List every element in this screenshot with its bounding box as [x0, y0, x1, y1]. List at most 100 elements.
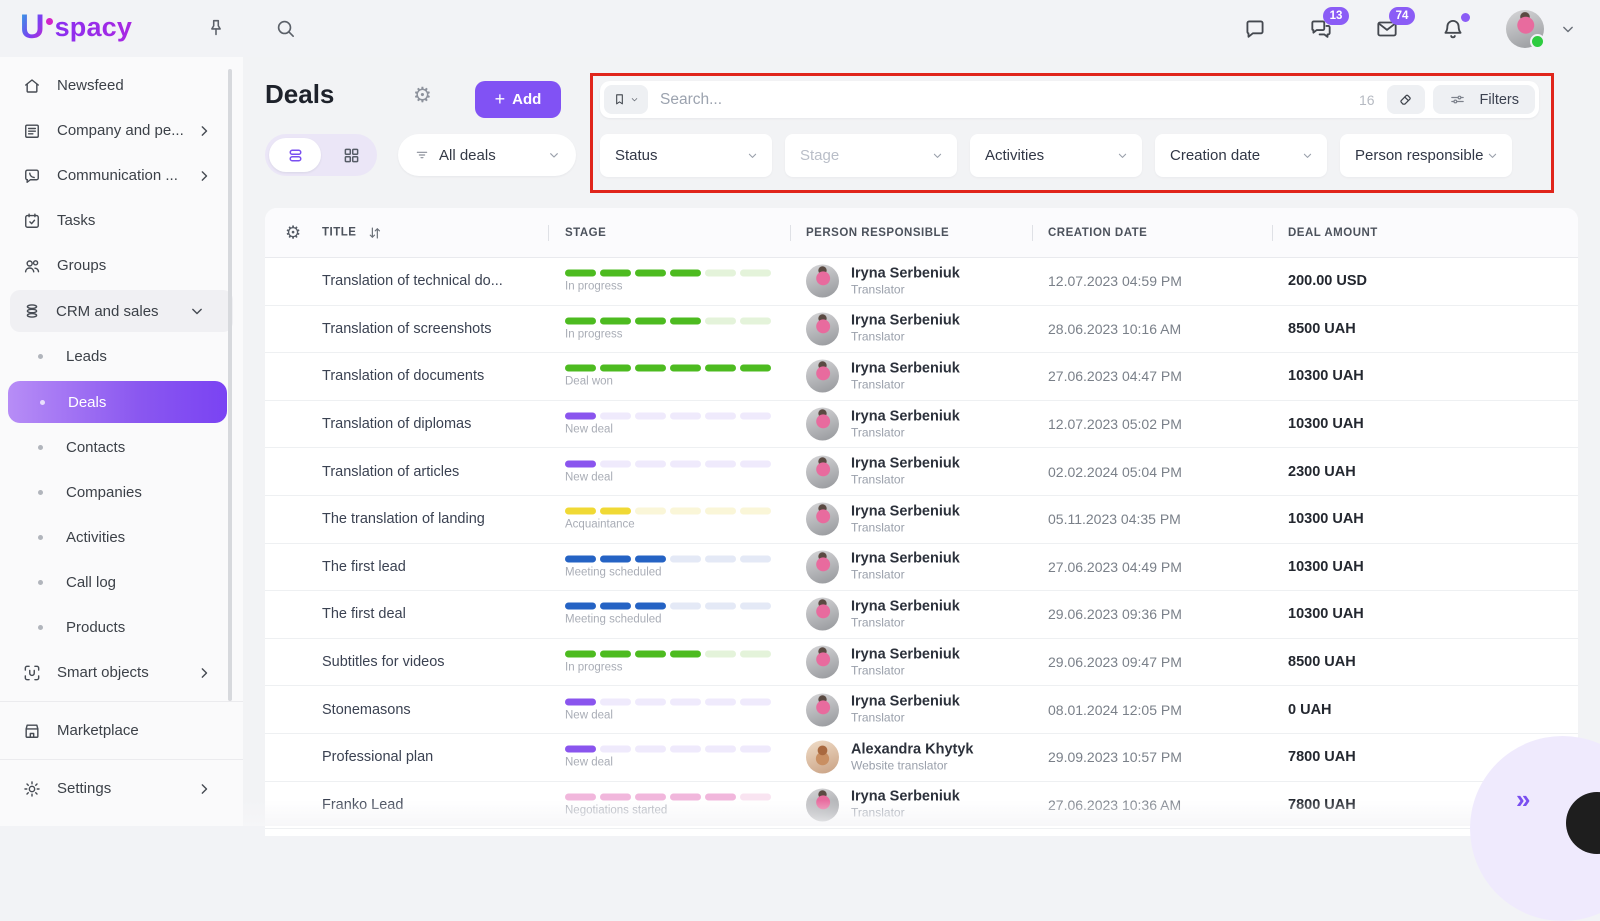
deal-title[interactable]: Translation of articles — [322, 464, 459, 480]
filter-chip-creation-date[interactable]: Creation date — [1155, 134, 1327, 177]
search-input[interactable] — [648, 91, 1359, 109]
deal-title[interactable]: Franko Lead — [322, 797, 403, 813]
deal-title[interactable]: Subtitles for videos — [322, 654, 445, 670]
notifications-button[interactable] — [1440, 16, 1466, 42]
person-cell[interactable]: Iryna SerbeniukTranslator — [806, 360, 960, 393]
person-cell[interactable]: Iryna SerbeniukTranslator — [806, 788, 960, 821]
sidebar-item-groups[interactable]: Groups — [0, 243, 243, 288]
filter-chip-status[interactable]: Status — [600, 134, 772, 177]
uspacy-logo[interactable]: U spacy — [20, 10, 132, 44]
column-header-person[interactable]: PERSON RESPONSIBLE — [806, 227, 949, 239]
table-settings-gear-icon[interactable]: ⚙ — [285, 222, 301, 243]
person-cell[interactable]: Iryna SerbeniukTranslator — [806, 646, 960, 679]
profile-chevron-down-icon[interactable] — [1558, 19, 1578, 39]
sidebar-item-products[interactable]: Products — [0, 605, 243, 650]
stage-segment-filled — [600, 555, 631, 562]
topbar: U spacy 13 74 — [0, 0, 1600, 57]
person-cell[interactable]: Iryna SerbeniukTranslator — [806, 503, 960, 536]
sidebar-item-newsfeed[interactable]: Newsfeed — [0, 63, 243, 108]
user-avatar[interactable] — [1506, 10, 1544, 48]
person-text: Iryna SerbeniukTranslator — [851, 503, 960, 535]
deal-title[interactable]: Professional plan — [322, 749, 433, 765]
chevron-down-icon — [1485, 148, 1500, 163]
column-header-amount[interactable]: DEAL AMOUNT — [1288, 227, 1378, 239]
chevron-right-icon — [194, 663, 214, 683]
table-row[interactable]: The translation of landingAcquaintanceIr… — [265, 496, 1578, 544]
deal-title[interactable]: Translation of technical do... — [322, 273, 503, 289]
deal-title[interactable]: The first lead — [322, 559, 406, 575]
table-row[interactable]: Translation of documentsDeal wonIryna Se… — [265, 353, 1578, 401]
person-cell[interactable]: Iryna SerbeniukTranslator — [806, 693, 960, 726]
person-cell[interactable]: Iryna SerbeniukTranslator — [806, 455, 960, 488]
deal-title[interactable]: Translation of screenshots — [322, 321, 492, 337]
person-cell[interactable]: Iryna SerbeniukTranslator — [806, 408, 960, 441]
mail-button[interactable]: 74 — [1374, 16, 1400, 42]
person-cell[interactable]: Iryna SerbeniukTranslator — [806, 550, 960, 583]
list-view-button[interactable] — [269, 138, 321, 172]
deal-title[interactable]: The first deal — [322, 606, 406, 622]
sidebar-item-activities[interactable]: Activities — [0, 515, 243, 560]
table-row[interactable]: Subtitles for videosIn progressIryna Ser… — [265, 639, 1578, 687]
table-row[interactable]: The first leadMeeting scheduledIryna Ser… — [265, 544, 1578, 592]
sidebar-item-label: Company and pe... — [57, 122, 194, 139]
table-row[interactable]: The first dealMeeting scheduledIryna Ser… — [265, 591, 1578, 639]
pin-icon[interactable] — [205, 17, 227, 39]
column-header-date[interactable]: CREATION DATE — [1048, 227, 1147, 239]
sidebar-divider — [0, 701, 243, 702]
sort-icon[interactable] — [366, 224, 383, 241]
table-row[interactable]: Translation of screenshotsIn progressIry… — [265, 306, 1578, 354]
person-cell[interactable]: Iryna SerbeniukTranslator — [806, 312, 960, 345]
column-header-stage[interactable]: STAGE — [565, 227, 606, 239]
deal-title[interactable]: Translation of documents — [322, 368, 484, 384]
add-button-label: Add — [512, 91, 541, 108]
comment-button[interactable] — [1242, 16, 1268, 42]
filters-button[interactable]: Filters — [1433, 85, 1535, 114]
avatar — [806, 503, 839, 536]
search-icon[interactable] — [274, 17, 297, 40]
sidebar-item-smart-objects[interactable]: Smart objects — [0, 650, 243, 695]
sidebar-item-deals[interactable]: Deals — [8, 381, 227, 423]
table-row[interactable]: StonemasonsNew dealIryna SerbeniukTransl… — [265, 686, 1578, 734]
table-row[interactable]: Translation of diplomasNew dealIryna Ser… — [265, 401, 1578, 449]
sidebar-item-settings[interactable]: Settings — [0, 766, 243, 811]
company-icon — [22, 121, 42, 141]
grid-view-button[interactable] — [325, 138, 377, 172]
deal-amount: 200.00 USD — [1288, 273, 1367, 289]
person-cell[interactable]: Iryna SerbeniukTranslator — [806, 598, 960, 631]
stage-label: New deal — [565, 757, 771, 769]
column-header-title[interactable]: TITLE — [322, 224, 383, 241]
clear-search-button[interactable] — [1387, 85, 1425, 114]
page-settings-gear-icon[interactable]: ⚙ — [413, 83, 432, 108]
person-cell[interactable]: Alexandra KhytykWebsite translator — [806, 741, 974, 774]
table-row[interactable]: Franko LeadNegotiations startedIryna Ser… — [265, 782, 1578, 830]
sidebar-item-marketplace[interactable]: Marketplace — [0, 708, 243, 753]
add-deal-button[interactable]: + Add — [475, 81, 561, 118]
deals-filter-dropdown[interactable]: All deals — [398, 134, 576, 176]
comment-icon — [1242, 16, 1268, 42]
deal-title[interactable]: Stonemasons — [322, 702, 411, 718]
sidebar-item-contacts[interactable]: Contacts — [0, 425, 243, 470]
bullet-icon — [38, 625, 43, 630]
sidebar-scrollbar[interactable] — [228, 69, 232, 701]
filter-chip-person-responsible[interactable]: Person responsible — [1340, 134, 1512, 177]
person-cell[interactable]: Iryna SerbeniukTranslator — [806, 265, 960, 298]
table-row[interactable]: Translation of articlesNew dealIryna Ser… — [265, 448, 1578, 496]
deal-title[interactable]: The translation of landing — [322, 511, 485, 527]
filter-chip-stage[interactable]: Stage — [785, 134, 957, 177]
table-row[interactable]: Professional plan New deal Alexandra Khyty… — [265, 734, 1578, 782]
table-row[interactable]: Translation of technical do...In progres… — [265, 258, 1578, 306]
sidebar-item-crm-and-sales[interactable]: CRM and sales — [10, 290, 233, 332]
sidebar-item-companies[interactable]: Companies — [0, 470, 243, 515]
sidebar-item-company-and-pe[interactable]: Company and pe... — [0, 108, 243, 153]
deal-title[interactable]: Translation of diplomas — [322, 416, 471, 432]
sidebar-item-communication[interactable]: Communication ... — [0, 153, 243, 198]
saved-search-button[interactable] — [604, 85, 648, 114]
chats-button[interactable]: 13 — [1308, 16, 1334, 42]
sidebar-item-tasks[interactable]: Tasks — [0, 198, 243, 243]
person-name: Iryna Serbeniuk — [851, 789, 960, 806]
stage-segment-empty — [705, 746, 736, 753]
filter-chip-activities[interactable]: Activities — [970, 134, 1142, 177]
sidebar-item-leads[interactable]: Leads — [0, 334, 243, 379]
sliders-icon — [1449, 91, 1466, 108]
sidebar-item-call-log[interactable]: Call log — [0, 560, 243, 605]
